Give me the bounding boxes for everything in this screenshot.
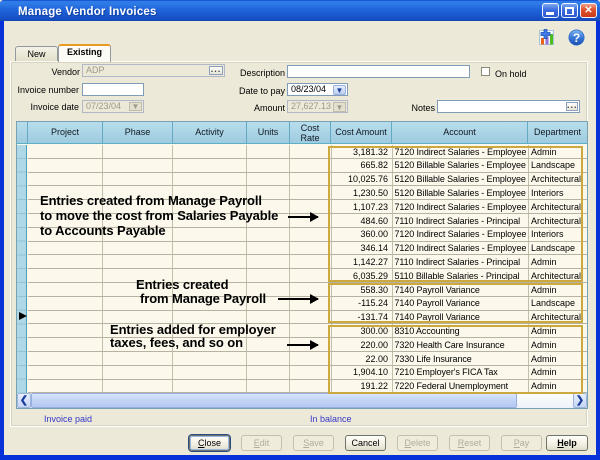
svg-text:?: ?: [573, 31, 580, 45]
